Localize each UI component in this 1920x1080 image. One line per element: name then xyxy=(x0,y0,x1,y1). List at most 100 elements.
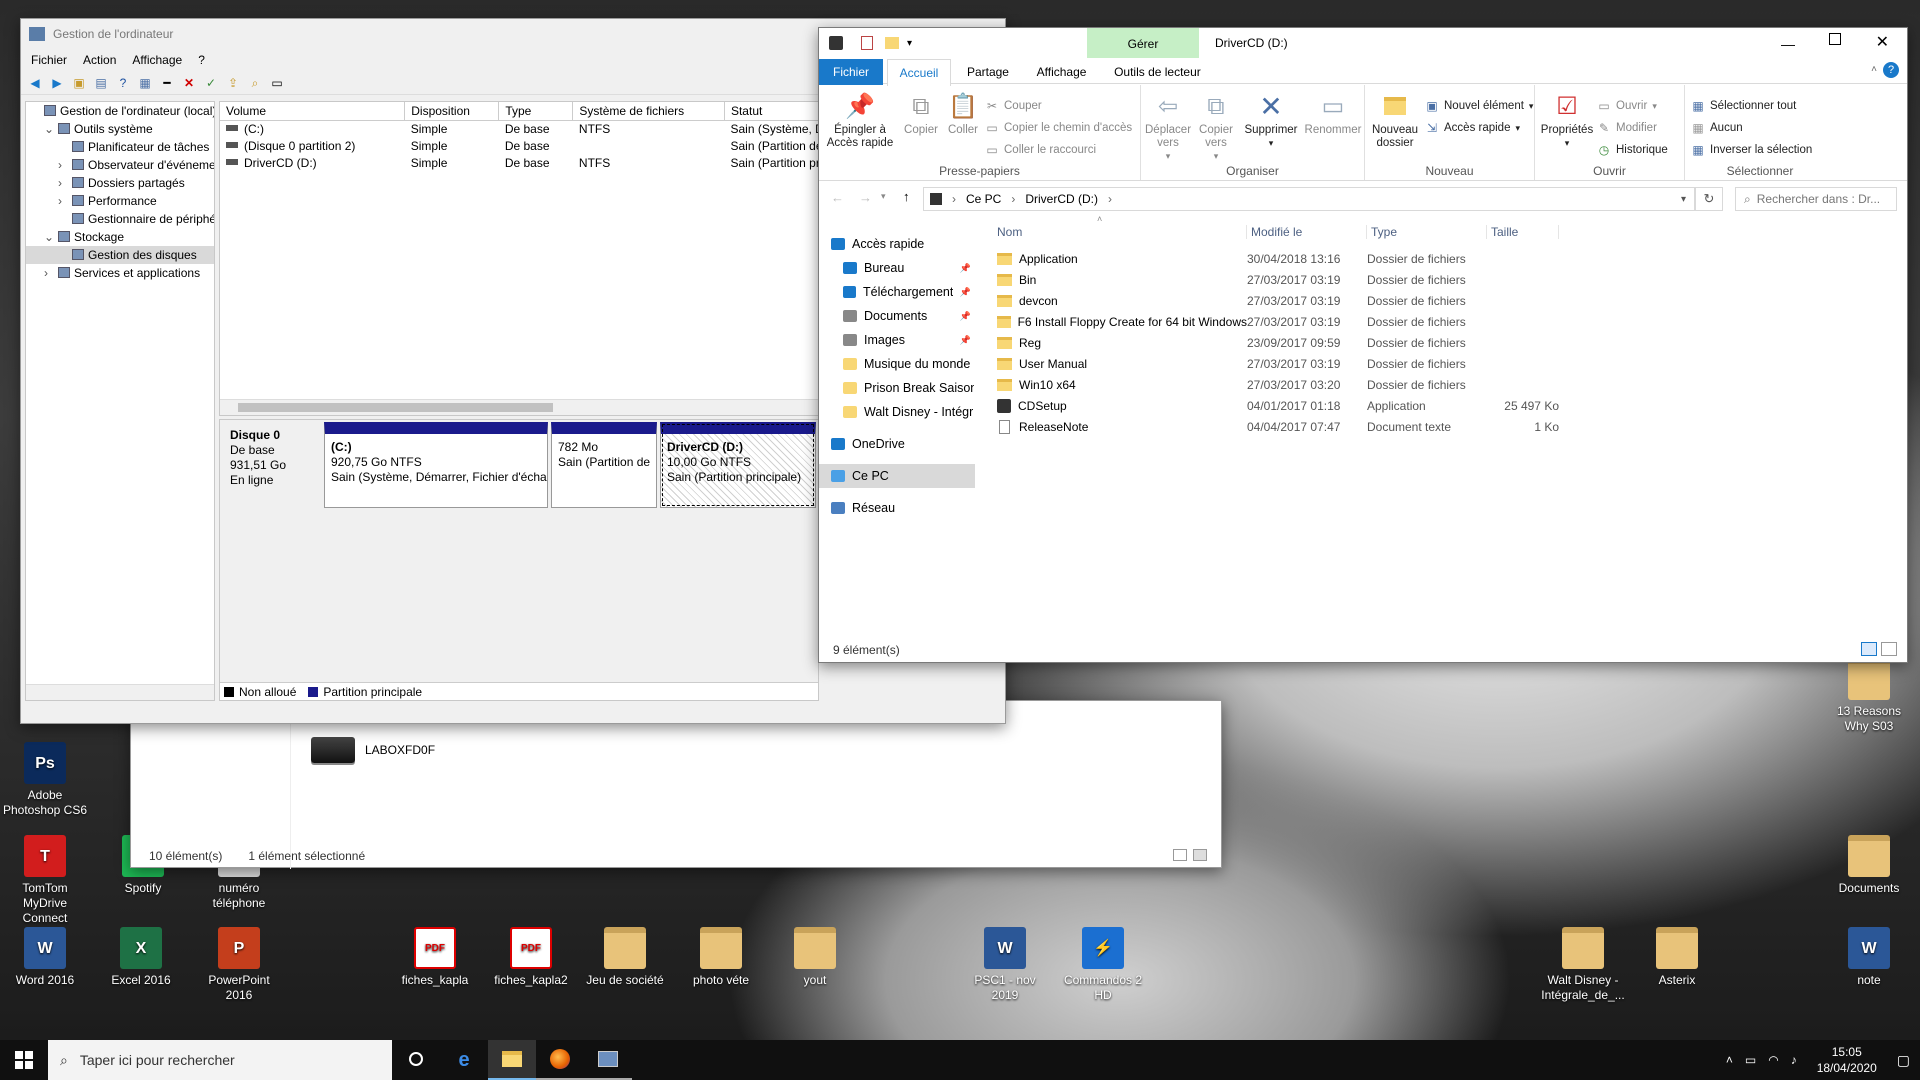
tray-chevron-icon[interactable]: ˄ xyxy=(1726,1053,1733,1067)
show-tree-icon[interactable]: ▤ xyxy=(93,75,109,91)
computer-management-button[interactable] xyxy=(584,1040,632,1080)
horizontal-scrollbar[interactable] xyxy=(220,399,818,415)
partition-block[interactable]: 782 Mo Sain (Partition de xyxy=(551,422,657,508)
chevron-right-icon[interactable]: › xyxy=(58,174,70,192)
new-folder-quick-icon[interactable] xyxy=(885,37,899,49)
pin-button[interactable]: 📌 Épingler à Accès rapide xyxy=(825,91,895,150)
copy-button[interactable]: ⧉ Copier xyxy=(901,91,941,137)
address-dropdown-icon[interactable]: ▾ xyxy=(1681,194,1686,205)
invert-selection-button[interactable]: ▦ Inverser la sélection xyxy=(1691,141,1812,159)
tree-item[interactable]: Gestion de l'ordinateur (local) xyxy=(26,102,214,120)
file-row[interactable]: Reg 23/09/2017 09:59 Dossier de fichiers xyxy=(987,332,1597,353)
file-row[interactable]: CDSetup 04/01/2017 01:18 Application 25 497… xyxy=(987,395,1597,416)
nav-item[interactable]: Bureau 📌 xyxy=(831,256,975,280)
copy-to-button[interactable]: ⧉ Copier vers ▾ xyxy=(1193,91,1239,163)
paste-shortcut-button[interactable]: ▭ Coller le raccourci xyxy=(985,141,1096,159)
help-icon[interactable]: ? xyxy=(115,75,131,91)
desktop-icon-item[interactable]: photo véte xyxy=(676,927,766,988)
col-date[interactable]: Modifié le xyxy=(1247,225,1367,239)
search-box[interactable]: ⌕ Rechercher dans : Dr... xyxy=(1735,187,1897,211)
partition-block[interactable]: (C:) 920,75 Go NTFS Sain (Système, Démarre… xyxy=(324,422,548,508)
paste-button[interactable]: 📋 Coller xyxy=(943,91,983,137)
desktop-icon-item[interactable]: Documents xyxy=(1824,835,1914,896)
column-header[interactable]: Type xyxy=(498,102,574,121)
tree-item[interactable]: Gestionnaire de périphé xyxy=(26,210,214,228)
nav-item[interactable]: OneDrive xyxy=(831,432,975,456)
recent-dropdown-icon[interactable]: ▾ xyxy=(881,191,886,202)
copy-path-button[interactable]: ▭ Copier le chemin d'accès xyxy=(985,119,1132,137)
desktop-icon-item[interactable]: Asterix xyxy=(1632,927,1722,988)
column-header[interactable]: Système de fichiers xyxy=(572,102,725,121)
tree-item[interactable]: Planificateur de tâches xyxy=(26,138,214,156)
breadcrumb-ce-pc[interactable]: Ce PC xyxy=(966,192,1001,206)
refresh-button[interactable]: ↻ xyxy=(1695,187,1723,211)
nav-item[interactable]: Téléchargements 📌 xyxy=(831,280,975,304)
table-row[interactable]: DriverCD (D:) Simple De base NTFS Sain (Part… xyxy=(220,155,818,172)
tab-affichage[interactable]: Affichage xyxy=(1025,59,1099,85)
connect-icon[interactable]: ━ xyxy=(159,75,175,91)
drive-item[interactable]: LABOXFD0F xyxy=(311,737,435,763)
nav-item[interactable]: Images 📌 xyxy=(831,328,975,352)
tab-partage[interactable]: Partage xyxy=(955,59,1021,85)
back-icon[interactable]: ← xyxy=(831,190,844,205)
nav-item[interactable]: Walt Disney - Intégr xyxy=(831,400,975,424)
tree-item[interactable]: ⌄ Outils système xyxy=(26,120,214,138)
edit-button[interactable]: ✎ Modifier xyxy=(1597,119,1657,137)
file-row[interactable]: F6 Install Floppy Create for 64 bit Wind… xyxy=(987,311,1597,332)
nav-item[interactable]: Ce PC xyxy=(819,464,975,488)
properties-button[interactable]: ☑ Propriétés ▾ xyxy=(1539,91,1595,150)
desktop-icon-item[interactable]: yout xyxy=(770,927,860,988)
table-row[interactable]: (Disque 0 partition 2) Simple De base Sain … xyxy=(220,138,818,155)
menu-item[interactable]: Action xyxy=(83,53,116,67)
delete-button[interactable]: ✕ Supprimer ▾ xyxy=(1241,91,1301,150)
import-icon[interactable]: ⇪ xyxy=(225,75,241,91)
column-header[interactable]: Statut xyxy=(724,102,818,121)
tiles-view-icon[interactable] xyxy=(1193,849,1207,861)
up-folder-icon[interactable]: ▣ xyxy=(71,75,87,91)
tab-outils-de-lecteur[interactable]: Outils de lecteur xyxy=(1102,59,1213,85)
rename-button[interactable]: ▭ Renommer xyxy=(1303,91,1363,137)
task-view-button[interactable] xyxy=(392,1051,440,1069)
menu-item[interactable]: Affichage xyxy=(132,53,182,67)
details-view-icon[interactable] xyxy=(1861,642,1877,656)
chevron-down-icon[interactable]: ⌄ xyxy=(44,228,56,246)
taskbar-search[interactable]: ⌕ Taper ici pour rechercher xyxy=(48,1040,392,1080)
menu-item[interactable]: ? xyxy=(198,53,205,67)
cut-button[interactable]: ✂ Couper xyxy=(985,97,1042,115)
nav-item[interactable]: Réseau xyxy=(831,496,975,520)
desktop-icon-item[interactable]: 13 Reasons Why S03 xyxy=(1824,658,1914,734)
desktop-icon-item[interactable]: Ps Adobe Photoshop CS6 xyxy=(0,742,90,818)
tree-item[interactable]: Gestion des disques xyxy=(26,246,214,264)
large-icons-view-icon[interactable] xyxy=(1881,642,1897,656)
file-row[interactable]: User Manual 27/03/2017 03:19 Dossier de fi… xyxy=(987,353,1597,374)
tree-item[interactable]: › Observateur d'événeme xyxy=(26,156,214,174)
desktop-icon-item[interactable]: ⚡ Commandos 2 HD xyxy=(1058,927,1148,1003)
title-bar[interactable]: ▾ Gérer DriverCD (D:) — ✕ xyxy=(819,28,1907,58)
new-item-button[interactable]: ▣ Nouvel élément ▾ xyxy=(1425,97,1533,115)
file-row[interactable]: Application 30/04/2018 13:16 Dossier de fi… xyxy=(987,248,1597,269)
nav-item[interactable]: Accès rapide xyxy=(831,232,975,256)
search-icon[interactable]: ⌕ xyxy=(247,75,263,91)
delete-icon[interactable]: ✕ xyxy=(181,75,197,91)
desktop-icon-item[interactable]: PDF fiches_kapla xyxy=(390,927,480,988)
notifications-icon[interactable]: ▢ xyxy=(1897,1052,1910,1069)
nav-item[interactable]: Documents 📌 xyxy=(831,304,975,328)
chevron-right-icon[interactable]: › xyxy=(44,264,56,282)
desktop-icon-item[interactable]: Jeu de société xyxy=(580,927,670,988)
minimize-icon[interactable]: — xyxy=(1781,36,1795,52)
col-type[interactable]: Type xyxy=(1367,225,1487,239)
file-explorer-button[interactable] xyxy=(488,1040,536,1080)
file-row[interactable]: devcon 27/03/2017 03:19 Dossier de fichier… xyxy=(987,290,1597,311)
properties-quick-icon[interactable] xyxy=(861,36,873,50)
chevron-right-icon[interactable]: › xyxy=(58,156,70,174)
tree-item[interactable]: ⌄ Stockage xyxy=(26,228,214,246)
desktop-icon-item[interactable]: W Word 2016 xyxy=(0,927,90,988)
quick-access-dropdown-icon[interactable]: ▾ xyxy=(907,38,912,49)
tree-item[interactable]: › Dossiers partagés xyxy=(26,174,214,192)
details-view-icon[interactable] xyxy=(1173,849,1187,861)
file-row[interactable]: ReleaseNote 04/04/2017 07:47 Document text… xyxy=(987,416,1597,437)
background-explorer-window[interactable]: LABOXFD0F 10 élément(s) 1 élément sélect… xyxy=(130,700,1222,869)
desktop-icon-item[interactable]: T TomTom MyDrive Connect xyxy=(0,835,90,926)
menu-item[interactable]: Fichier xyxy=(31,53,67,67)
up-icon[interactable]: ↑ xyxy=(903,189,910,204)
